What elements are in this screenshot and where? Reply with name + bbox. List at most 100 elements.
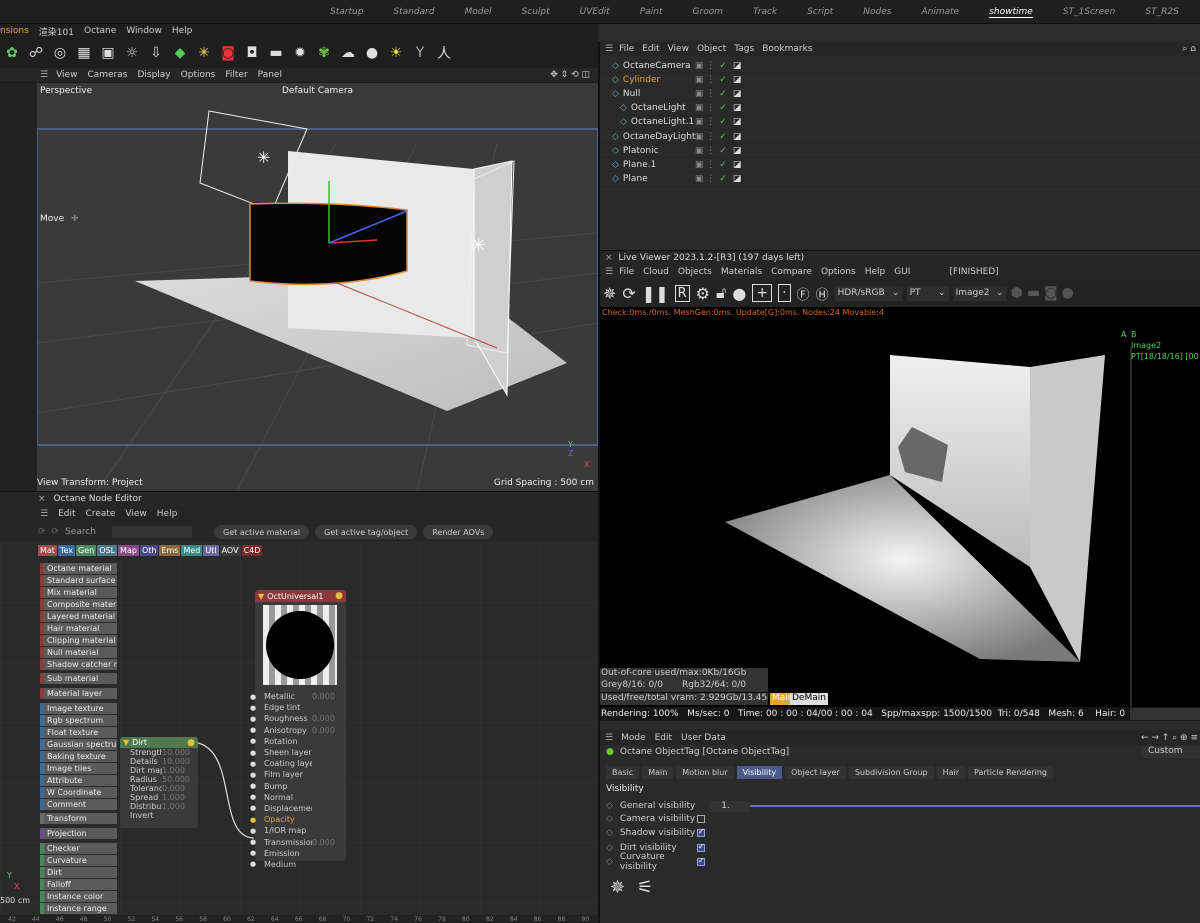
am-menu-0[interactable]: Mode — [621, 733, 646, 743]
kernel-dropdown[interactable]: PT ⌄ — [906, 285, 949, 301]
object-row[interactable]: ◇ Null ▣ ⋮ ✓ ◪ — [600, 87, 1200, 102]
am-menu-2[interactable]: User Data — [681, 733, 726, 743]
object-tag-icon[interactable]: ◪ — [733, 61, 742, 71]
hdr-picker-icon[interactable]: Ⓗ — [816, 284, 829, 303]
hex-icon[interactable]: ⬢ — [1011, 285, 1023, 301]
cube-icon[interactable]: ◆ — [170, 43, 190, 63]
sparkle-icon[interactable]: ✳ — [194, 43, 214, 63]
hamburger-icon[interactable]: ☰ — [40, 70, 48, 80]
gear-light-icon[interactable]: ✹ — [290, 43, 310, 63]
viewport-menu-display[interactable]: Display — [137, 70, 170, 80]
menu-item-4[interactable]: Help — [172, 26, 193, 36]
circle-icon[interactable]: ● — [1062, 285, 1074, 301]
object-row[interactable]: ◇ Plane.1 ▣ ⋮ ✓ ◪ — [600, 158, 1200, 173]
viewport-menu-options[interactable]: Options — [181, 70, 216, 80]
layout-tab-uvedit[interactable]: UVEdit — [580, 7, 610, 17]
om-hamburger-icon[interactable]: ☰ — [605, 44, 613, 54]
layout-tab-model[interactable]: Model — [465, 7, 492, 17]
viewport-menu-cameras[interactable]: Cameras — [87, 70, 127, 80]
pause-icon[interactable]: ❚❚ — [642, 284, 669, 303]
tab-hair[interactable]: Hair — [936, 766, 966, 779]
layout-tab-sculpt[interactable]: Sculpt — [522, 7, 550, 17]
layout-tab-standard[interactable]: Standard — [393, 7, 434, 17]
layer-visibility-icon[interactable]: ▣ ⋮ — [695, 117, 715, 127]
sun-icon[interactable]: ☀ — [386, 43, 406, 63]
keyframe-icon[interactable]: ◇ — [606, 814, 613, 824]
universal-param-row[interactable]: ● Displacement — [250, 803, 346, 814]
figure-icon[interactable]: 人 — [434, 43, 454, 63]
object-name[interactable]: Cylinder — [623, 75, 693, 85]
menu-item-2[interactable]: Octane — [84, 26, 116, 36]
universal-param-row[interactable]: ● 1/IOR map — [250, 825, 346, 836]
lock-icon[interactable]: 🔓︎ — [716, 283, 726, 303]
layer-visibility-icon[interactable]: ▣ ⋮ — [695, 103, 715, 113]
general-visibility-input[interactable]: 1. — [709, 800, 750, 812]
lv-menu-file[interactable]: File — [619, 267, 634, 277]
universal-output-port-icon[interactable]: ● — [335, 591, 343, 601]
enabled-check-icon[interactable]: ✓ — [719, 132, 727, 142]
area-light-icon[interactable]: ▬ — [266, 43, 286, 63]
lv-menu-objects[interactable]: Objects — [678, 267, 712, 277]
viewport-menu-filter[interactable]: Filter — [225, 70, 247, 80]
object-row[interactable]: ◇ Platonic ▣ ⋮ ✓ ◪ — [600, 144, 1200, 159]
layout-tab-nodes[interactable]: Nodes — [863, 7, 891, 17]
dirt-param-row[interactable]: Invert — [120, 811, 198, 820]
input-port-icon[interactable]: ● — [250, 793, 256, 801]
visibility-checkbox[interactable] — [696, 815, 705, 824]
enabled-check-icon[interactable]: ✓ — [719, 117, 727, 127]
input-port-icon[interactable]: ● — [250, 771, 256, 779]
object-tag-icon[interactable]: ◪ — [733, 117, 742, 127]
visibility-checkbox[interactable] — [696, 827, 705, 838]
enabled-check-icon[interactable]: ✓ — [719, 160, 727, 170]
layout-tab-animate[interactable]: Animate — [921, 7, 959, 17]
menu-item-0[interactable]: nsions — [0, 26, 29, 36]
om-menu-tags[interactable]: Tags — [734, 44, 754, 54]
lv-menu-help[interactable]: Help — [865, 267, 886, 277]
object-row[interactable]: ◇ Plane ▣ ⋮ ✓ ◪ — [600, 173, 1200, 187]
universal-param-row[interactable]: ● Opacity — [250, 814, 346, 825]
node-editor-canvas[interactable]: Mat Tex Gen OSL Map Oth Ems Med Utl AOV C4D Octane… — [0, 542, 598, 915]
layout-tab-track[interactable]: Track — [753, 7, 777, 17]
viewport-menu-panel[interactable]: Panel — [258, 70, 282, 80]
node-menu-1[interactable]: Create — [86, 509, 116, 519]
focus-picker-icon[interactable]: Ⓕ — [797, 284, 810, 303]
visibility-checkbox[interactable] — [696, 856, 705, 867]
lv-menu-cloud[interactable]: Cloud — [643, 267, 669, 277]
get-active-tag-button[interactable]: Get active tag/object — [315, 525, 418, 539]
keyframe-icon[interactable]: ◇ — [606, 843, 613, 853]
universal-param-row[interactable]: ● Medium — [250, 859, 346, 870]
lv-hamburger-icon[interactable]: ☰ — [605, 267, 613, 277]
oct-universal-node[interactable]: ▼ OctUniversal1 ● ● Metallic 0.000 ● Edge ti… — [250, 590, 346, 869]
tab-particle-rendering[interactable]: Particle Rendering — [968, 766, 1053, 779]
object-tag-icon[interactable]: ◪ — [733, 146, 742, 156]
universal-param-row[interactable]: ● Rotation — [250, 736, 346, 747]
help-icon[interactable]: ✵ — [610, 877, 625, 898]
camera-icon[interactable]: ▣ — [98, 43, 118, 63]
object-row[interactable]: ◇ OctaneCamera ▣ ⋮ ✓ ◪ — [600, 59, 1200, 73]
om-menu-file[interactable]: File — [619, 44, 634, 54]
enabled-check-icon[interactable]: ✓ — [719, 89, 727, 99]
lv-menu-materials[interactable]: Materials — [721, 267, 762, 277]
enabled-check-icon[interactable]: ✓ — [719, 146, 727, 156]
restart-icon[interactable]: ⟳ — [622, 284, 635, 303]
tab-basic[interactable]: Basic — [606, 766, 640, 779]
import-icon[interactable]: ⇩ — [146, 43, 166, 63]
om-menu-edit[interactable]: Edit — [642, 44, 659, 54]
pivot-icon[interactable]: Y — [410, 43, 430, 63]
get-active-material-button[interactable]: Get active material — [214, 525, 310, 539]
object-name[interactable]: Plane.1 — [623, 160, 693, 170]
demain-tag[interactable]: DeMain — [790, 693, 828, 705]
snapshot-icon[interactable]: ◙ — [1044, 285, 1058, 301]
layout-tab-st_r2s[interactable]: ST_R2S — [1145, 7, 1178, 17]
close-icon[interactable]: × — [38, 494, 46, 504]
knife-icon[interactable]: ☍ — [26, 43, 46, 63]
layout-tab-st_1screen[interactable]: ST_1Screen — [1063, 7, 1116, 17]
enabled-check-icon[interactable]: ✓ — [719, 103, 727, 113]
lasso-icon[interactable]: ◎ — [50, 43, 70, 63]
lv-menu-compare[interactable]: Compare — [771, 267, 812, 277]
node-menu-0[interactable]: Edit — [58, 509, 75, 519]
tonemap-dropdown[interactable]: HDR/sRGB ⌄ — [834, 285, 903, 301]
om-menu-view[interactable]: View — [668, 44, 689, 54]
object-name[interactable]: Platonic — [623, 146, 693, 156]
viewport-nav-icons[interactable]: ✥ ⇕ ⟲ ◫ — [550, 70, 590, 80]
